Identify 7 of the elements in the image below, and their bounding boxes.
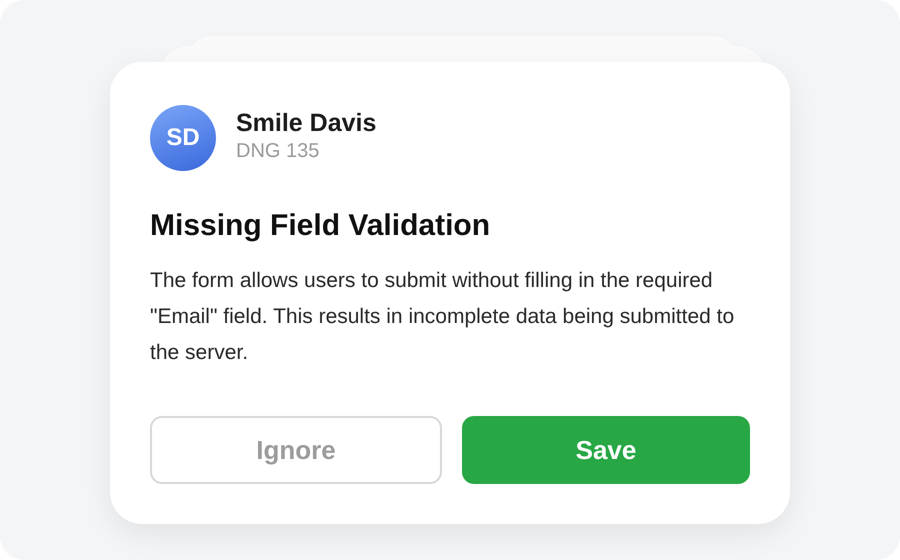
user-name: Smile Davis <box>236 109 376 138</box>
avatar: SD <box>150 105 216 171</box>
ignore-button[interactable]: Ignore <box>150 416 442 484</box>
save-button[interactable]: Save <box>462 416 750 484</box>
issue-title: Missing Field Validation <box>150 209 492 243</box>
issue-description: The form allows users to submit without filling in the required "Email" field. This results in incomplete data being submitted to the server. <box>150 268 736 366</box>
user-code: DNG 135 <box>236 140 320 163</box>
